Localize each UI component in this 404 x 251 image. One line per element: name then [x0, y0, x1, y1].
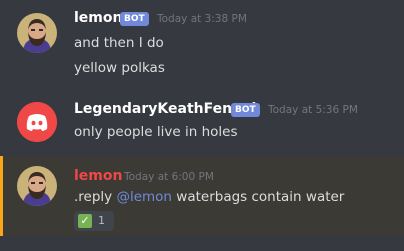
message-body: waterbags contain water: [176, 189, 345, 205]
lemon-avatar[interactable]: [17, 166, 57, 206]
timestamp: Today at 6:00 PM: [124, 171, 214, 183]
discord-avatar[interactable]: [17, 102, 57, 142]
reaction-count: 1: [98, 214, 105, 227]
bearded-man-avatar-icon: [17, 166, 57, 206]
bot-badge: BOT: [120, 12, 149, 26]
bearded-man-avatar-icon: [17, 13, 57, 53]
white-check-mark-icon: ✓: [78, 214, 92, 228]
message-3: lemon Today at 6:00 PM .reply @lemon wat…: [0, 156, 404, 236]
author-name[interactable]: LegendaryKeathFennel: [74, 101, 256, 117]
message-1: lemon BOT Today at 3:38 PM and then I do…: [0, 0, 404, 90]
reaction-button[interactable]: ✓ 1: [74, 211, 114, 231]
message-text: yellow polkas: [74, 60, 165, 76]
command-text: .reply: [74, 189, 113, 205]
lemon-avatar[interactable]: [17, 13, 57, 53]
message-2: LegendaryKeathFennel BOT Today at 5:36 P…: [0, 90, 404, 150]
message-text: and then I do: [74, 35, 164, 51]
timestamp: Today at 3:38 PM: [157, 13, 247, 25]
discord-logo-icon: [17, 102, 57, 142]
user-mention[interactable]: @lemon: [116, 189, 172, 205]
author-name[interactable]: lemon: [74, 168, 122, 184]
author-name[interactable]: lemon: [74, 10, 122, 26]
timestamp: Today at 5:36 PM: [268, 104, 358, 116]
bot-badge: BOT: [231, 103, 260, 117]
message-text: .reply @lemon waterbags contain water: [74, 189, 344, 205]
message-text: only people live in holes: [74, 124, 238, 140]
